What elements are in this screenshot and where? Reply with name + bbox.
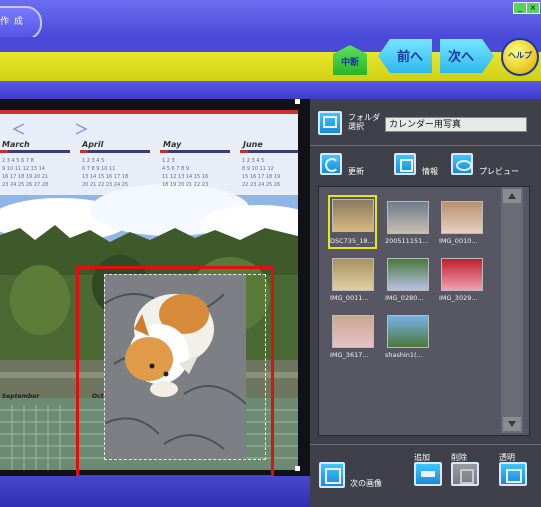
scrollbar[interactable]: [501, 187, 523, 433]
bottom-bar: [0, 476, 310, 507]
svg-text:13 14 15 16 17 18: 13 14 15 16 17 18: [82, 174, 128, 180]
help-button-label: ヘルプ: [508, 51, 532, 60]
prev-button-label: 前へ: [396, 50, 423, 65]
info-icon: [400, 159, 413, 172]
thumbnail-caption: IMG_0280...: [385, 294, 424, 302]
eye-icon: [456, 160, 472, 171]
info-label: 情報: [422, 167, 438, 176]
delete-button[interactable]: [451, 462, 479, 486]
suspend-button-label: 中断: [340, 58, 359, 68]
folder-label: フォルダ選択: [348, 113, 380, 131]
mode-tab-label: 作 成: [0, 17, 24, 27]
svg-text:23 24 25 26 27 28: 23 24 25 26 27 28: [2, 182, 48, 188]
next-image-label: 次の画像: [350, 479, 382, 488]
thumbnail[interactable]: [332, 315, 374, 348]
panel-divider: [310, 444, 541, 445]
down-arrow-icon: [508, 421, 516, 427]
selection-frame[interactable]: [76, 266, 274, 478]
svg-text:18 19 20 21 22 23: 18 19 20 21 22 23: [162, 182, 208, 188]
thumbnail-caption: 200511151...: [385, 237, 429, 245]
thumbnail[interactable]: [441, 258, 483, 291]
svg-text:4 5 6 7 8 9: 4 5 6 7 8 9: [162, 166, 189, 172]
folder-field[interactable]: カレンダー用写真: [385, 117, 527, 132]
thumbnail[interactable]: [441, 201, 483, 234]
frame-icon: [325, 468, 341, 484]
resize-handle[interactable]: [295, 99, 300, 104]
transparent-button[interactable]: [499, 462, 527, 486]
month-label: June: [243, 140, 263, 149]
thumbnail[interactable]: [387, 315, 429, 348]
thumbnail[interactable]: [332, 258, 374, 291]
info-button[interactable]: [394, 153, 416, 175]
month-label: May: [163, 140, 182, 149]
thumbnail-caption: IMG_3617...: [330, 351, 369, 359]
svg-text:2 3 4 5 6 7 8: 2 3 4 5 6 7 8: [2, 158, 34, 164]
preview-button[interactable]: [451, 153, 473, 175]
thumbnail-caption: shashin1(...: [385, 351, 423, 359]
thumbnail-caption: IMG_0011...: [330, 294, 369, 302]
month-label: September: [2, 393, 40, 400]
svg-text:9 10 11 12 13 14: 9 10 11 12 13 14: [2, 166, 45, 172]
next-image-button[interactable]: [319, 462, 345, 488]
next-button-label: 次へ: [447, 50, 474, 65]
resize-handle[interactable]: [295, 466, 300, 471]
refresh-label: 更新: [348, 167, 364, 176]
refresh-icon: [325, 158, 339, 172]
svg-text:1 2 3 4 5: 1 2 3 4 5: [82, 158, 104, 164]
monitor-icon: [323, 116, 337, 128]
month-label: April: [82, 140, 104, 149]
scroll-up-button[interactable]: [503, 189, 521, 203]
svg-text:1 2 3 4 5: 1 2 3 4 5: [242, 158, 264, 164]
add-button[interactable]: [414, 462, 442, 486]
svg-text:6 7 8 9 10 11: 6 7 8 9 10 11: [82, 166, 115, 172]
trash-icon: [460, 469, 474, 484]
svg-text:16 17 18 19 20 21: 16 17 18 19 20 21: [2, 174, 48, 180]
thumbnail-caption: IMG_0010...: [439, 237, 478, 245]
thumbnail-caption: IMG_3029...: [439, 294, 478, 302]
thumbnail[interactable]: [332, 199, 374, 232]
add-icon: [421, 471, 435, 477]
thumbnail[interactable]: [387, 201, 429, 234]
thumbnail[interactable]: [387, 258, 429, 291]
month-label: March: [2, 140, 30, 149]
refresh-button[interactable]: [320, 153, 342, 175]
thumbnail-caption: DSC735_18...: [330, 237, 374, 245]
transparency-icon: [506, 469, 522, 483]
svg-text:1 2 3: 1 2 3: [162, 158, 175, 164]
divider-bar: [0, 81, 541, 99]
preview-label: プレビュー: [479, 167, 519, 176]
panel-divider: [310, 145, 541, 146]
svg-text:8 9 10 11 12: 8 9 10 11 12: [242, 166, 274, 172]
folder-select-button[interactable]: [318, 111, 342, 135]
up-arrow-icon: [508, 193, 516, 199]
svg-text:22 23 24 25 26: 22 23 24 25 26: [242, 182, 280, 188]
close-button[interactable]: ×: [526, 2, 540, 14]
title-bar: [0, 0, 541, 37]
minimize-button[interactable]: _: [513, 2, 527, 14]
scroll-down-button[interactable]: [503, 417, 521, 431]
svg-text:20 21 22 23 24 25: 20 21 22 23 24 25: [82, 182, 128, 188]
svg-text:15 16 17 18 19: 15 16 17 18 19: [242, 174, 280, 180]
svg-text:11 12 13 14 15 16: 11 12 13 14 15 16: [162, 174, 208, 180]
